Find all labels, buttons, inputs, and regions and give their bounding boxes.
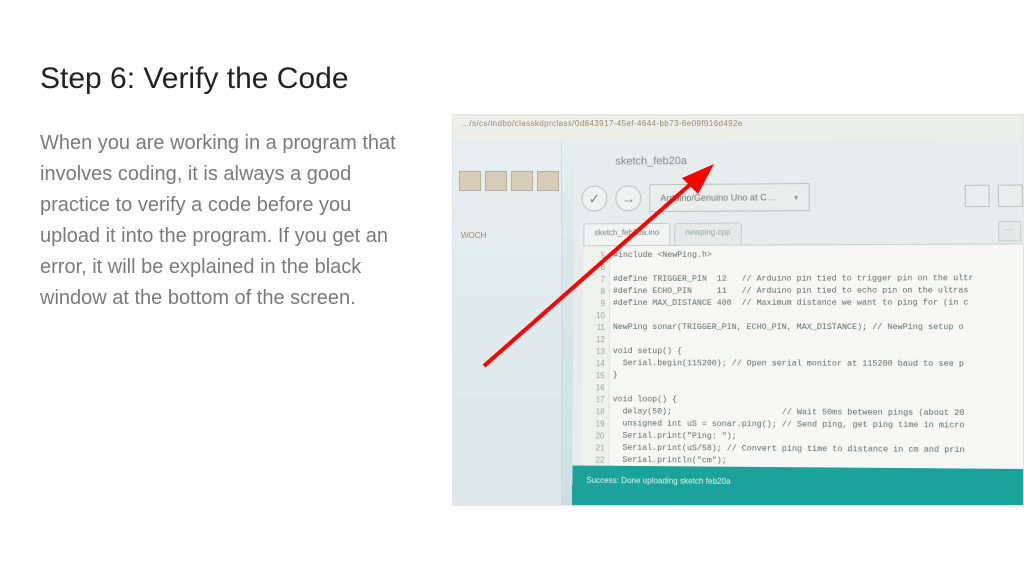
ide-toolbar: ✓ → Arduino/Genuino Uno at C… ▾ (581, 178, 1023, 215)
tab-active[interactable]: sketch_feb20a.ino (583, 223, 670, 245)
line-number: 15 (583, 370, 609, 382)
board-selector[interactable]: Arduino/Genuino Uno at C… ▾ (649, 183, 809, 212)
line-number: 12 (583, 334, 609, 346)
pane-button (511, 171, 533, 191)
line-number: 18 (583, 406, 609, 418)
pane-button (459, 171, 481, 191)
ide-code-area: 567891011121314151617181920212223242526 … (582, 243, 1024, 473)
arrow-right-icon: → (621, 190, 635, 206)
line-number-gutter: 567891011121314151617181920212223242526 (582, 246, 610, 470)
line-number: 6 (583, 262, 609, 274)
browser-left-pane: WOCH (453, 141, 562, 505)
check-icon: ✓ (589, 190, 601, 207)
line-number: 16 (583, 382, 609, 394)
pane-side-label: WOCH (461, 231, 486, 240)
line-number: 17 (583, 394, 609, 406)
tab-secondary[interactable]: newping.cpp (674, 223, 741, 245)
tab-overflow-button[interactable]: … (998, 221, 1021, 241)
line-number: 5 (583, 250, 609, 262)
line-number: 10 (583, 310, 609, 322)
line-number: 9 (583, 298, 609, 310)
line-number: 14 (583, 358, 609, 370)
ide-sketch-title: sketch_feb20a (615, 155, 687, 168)
arduino-ide-window: sketch_feb20a ✓ → Arduino/Genuino Uno at… (572, 138, 1024, 506)
pane-button (537, 171, 559, 191)
line-number: 7 (583, 274, 609, 286)
screenshot-photo: …/s/cs/indbo/classkdprclass/0d843917-45e… (452, 114, 1024, 506)
line-number: 21 (582, 442, 608, 454)
serial-plotter-button[interactable] (965, 185, 990, 207)
line-number: 19 (583, 418, 609, 430)
ide-status-bar: Success: Done uploading sketch feb20a (572, 465, 1024, 506)
board-selector-label: Arduino/Genuino Uno at C… (660, 192, 776, 203)
step-description: When you are working in a program that i… (40, 128, 410, 314)
line-number: 13 (583, 346, 609, 358)
step-heading: Step 6: Verify the Code (40, 62, 349, 96)
pane-button (485, 171, 507, 191)
upload-button[interactable]: → (615, 185, 641, 211)
ide-tab-bar: sketch_feb20a.ino newping.cpp … (583, 221, 1021, 245)
code-content: #include <NewPing.h> #define TRIGGER_PIN… (612, 244, 1024, 473)
serial-monitor-button[interactable] (998, 184, 1023, 206)
line-number: 8 (583, 286, 609, 298)
line-number: 11 (583, 322, 609, 334)
chevron-down-icon: ▾ (794, 193, 798, 202)
browser-url-fragment: …/s/cs/indbo/classkdprclass/0d843917-45e… (453, 115, 1023, 141)
line-number: 20 (582, 430, 608, 442)
verify-button[interactable]: ✓ (581, 186, 607, 212)
